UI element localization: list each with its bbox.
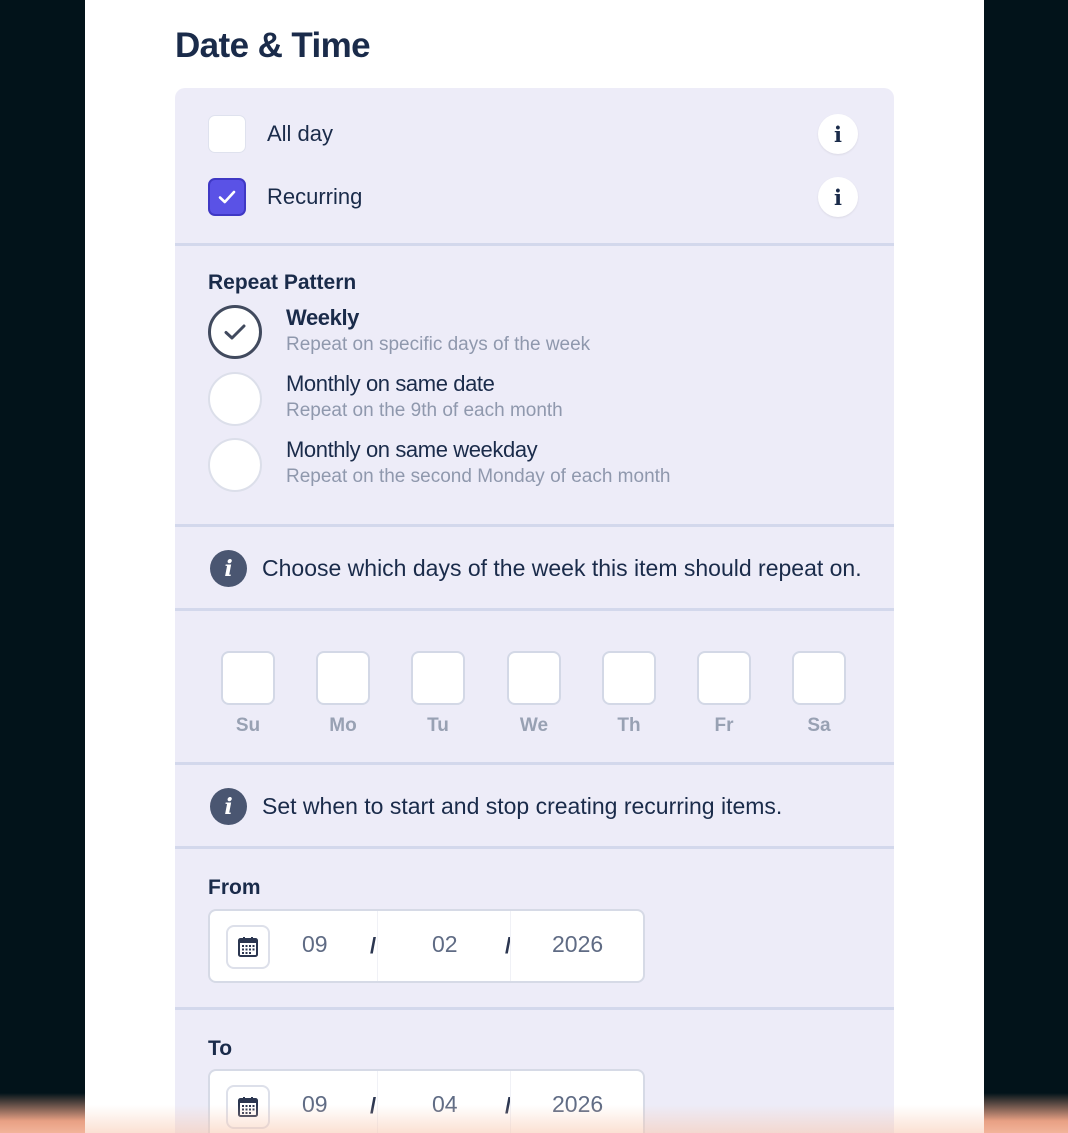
day-checkbox[interactable] (697, 651, 751, 705)
recurring-checkbox[interactable] (208, 178, 246, 216)
weekly-description: Repeat on specific days of the week (286, 334, 591, 355)
segment-divider (510, 911, 511, 981)
day-checkbox[interactable] (411, 651, 465, 705)
date-time-panel: All day i Recurring i Repeat Pattern Wee… (175, 88, 894, 1133)
recurring-row[interactable]: Recurring (208, 176, 362, 218)
day-checkbox[interactable] (316, 651, 370, 705)
from-year-input[interactable]: 2026 (552, 931, 603, 958)
range-info: i Set when to start and stop creating re… (210, 788, 782, 825)
from-day-input[interactable]: 02 (432, 931, 458, 958)
from-label: From (208, 876, 261, 899)
to-month-input[interactable]: 09 (302, 1091, 328, 1118)
divider (175, 762, 894, 765)
day-label: Fr (714, 715, 734, 736)
from-date-field[interactable]: 09 / 02 / 2026 (208, 909, 645, 983)
divider (175, 846, 894, 849)
day-tuesday[interactable]: Tu (411, 651, 465, 737)
day-label: Su (235, 715, 261, 736)
divider (175, 1007, 894, 1010)
divider (175, 524, 894, 527)
monthly-same-weekday-title[interactable]: Monthly on same weekday (286, 437, 538, 463)
all-day-checkbox[interactable] (208, 115, 246, 153)
date-time-sheet: Date & Time All day i Recurring i Repeat… (85, 0, 984, 1133)
check-circle-icon (224, 324, 246, 340)
day-checkbox[interactable] (221, 651, 275, 705)
day-thursday[interactable]: Th (602, 651, 656, 737)
info-icon: i (210, 550, 247, 587)
range-info-text: Set when to start and stop creating recu… (262, 793, 783, 819)
day-checkbox[interactable] (792, 651, 846, 705)
day-label: Sa (807, 715, 831, 736)
divider (175, 608, 894, 611)
to-date-field[interactable]: 09 / 04 / 2026 (208, 1069, 645, 1133)
to-label: To (208, 1037, 233, 1060)
day-wednesday[interactable]: We (507, 651, 561, 737)
all-day-label: All day (267, 121, 334, 146)
calendar-icon (238, 937, 258, 957)
day-label: We (519, 715, 549, 736)
day-label: Tu (427, 715, 449, 736)
all-day-info-icon[interactable]: i (818, 114, 858, 154)
monthly-same-date-description: Repeat on the 9th of each month (286, 400, 563, 421)
day-checkbox[interactable] (602, 651, 656, 705)
monthly-same-weekday-description: Repeat on the second Monday of each mont… (286, 466, 671, 487)
weekly-radio[interactable] (208, 305, 262, 359)
segment-divider (510, 1071, 511, 1133)
info-icon: i (210, 788, 247, 825)
day-label: Mo (329, 715, 357, 736)
day-monday[interactable]: Mo (316, 651, 370, 737)
day-sunday[interactable]: Su (221, 651, 275, 737)
day-checkbox[interactable] (507, 651, 561, 705)
calendar-icon (238, 1097, 258, 1117)
segment-divider (377, 911, 378, 981)
segment-divider (377, 1071, 378, 1133)
monthly-same-date-radio[interactable] (208, 372, 262, 426)
days-info-text: Choose which days of the week this item … (262, 555, 862, 581)
days-info: i Choose which days of the week this ite… (210, 550, 862, 587)
recurring-label: Recurring (267, 184, 363, 209)
date-separator: / (370, 933, 377, 958)
weekly-title[interactable]: Weekly (286, 305, 359, 331)
from-calendar-button[interactable] (226, 925, 270, 969)
to-calendar-button[interactable] (226, 1085, 270, 1129)
to-year-input[interactable]: 2026 (552, 1091, 603, 1118)
check-icon (218, 190, 236, 204)
day-label: Th (617, 715, 641, 736)
day-saturday[interactable]: Sa (792, 651, 846, 737)
divider (175, 243, 894, 246)
from-month-input[interactable]: 09 (302, 931, 328, 958)
recurring-info-icon[interactable]: i (818, 177, 858, 217)
to-day-input[interactable]: 04 (432, 1091, 458, 1118)
all-day-row[interactable]: All day (208, 113, 333, 155)
monthly-same-date-title[interactable]: Monthly on same date (286, 371, 495, 397)
day-friday[interactable]: Fr (697, 651, 751, 737)
page-title: Date & Time (175, 26, 371, 65)
date-separator: / (370, 1093, 377, 1118)
monthly-same-weekday-radio[interactable] (208, 438, 262, 492)
repeat-pattern-title: Repeat Pattern (208, 271, 357, 294)
